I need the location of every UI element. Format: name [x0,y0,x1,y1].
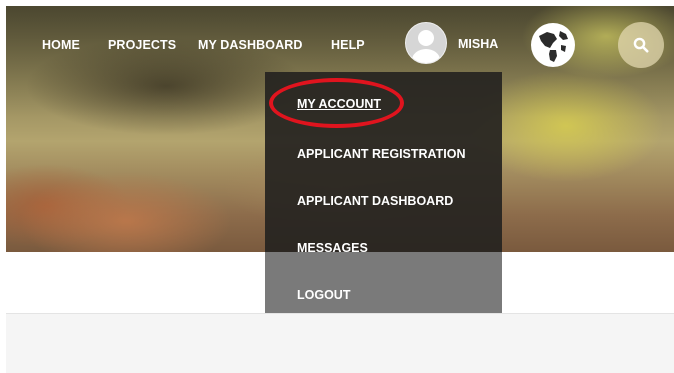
nav-my-dashboard[interactable]: MY DASHBOARD [198,38,302,52]
nav-projects[interactable]: PROJECTS [108,38,176,52]
menu-item-applicant-registration[interactable]: APPLICANT REGISTRATION [297,147,466,161]
user-menu-toggle[interactable]: MISHA [458,37,498,51]
menu-item-my-account[interactable]: MY ACCOUNT [297,97,381,111]
search-button[interactable] [618,22,664,68]
nav-help[interactable]: HELP [331,38,365,52]
globe-icon[interactable] [530,22,576,68]
search-icon [633,37,649,53]
menu-item-messages[interactable]: MESSAGES [297,241,368,255]
content-area [6,313,674,373]
user-avatar-icon[interactable] [405,22,447,64]
nav-home[interactable]: HOME [42,38,80,52]
menu-item-logout[interactable]: LOGOUT [297,288,350,302]
menu-item-applicant-dashboard[interactable]: APPLICANT DASHBOARD [297,194,453,208]
